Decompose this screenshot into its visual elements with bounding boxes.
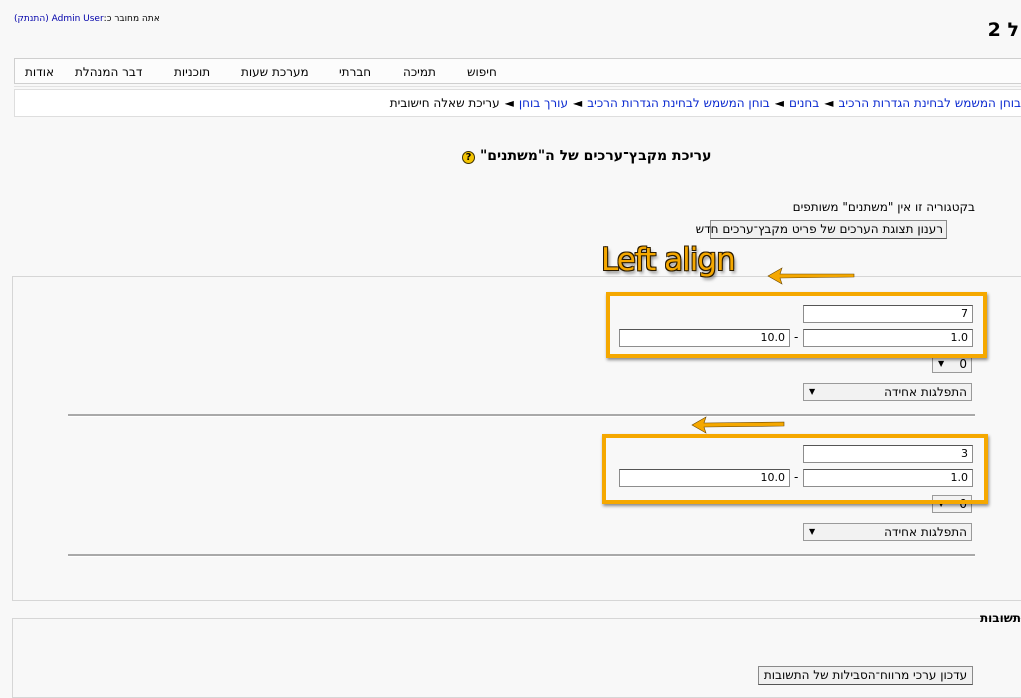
refresh-dataset-button[interactable]: רענון תצוגת הערכים של פריט מקבץ־ערכים חד… [696,220,947,239]
question-mark-icon[interactable]: ? [462,151,475,164]
divider [68,554,975,557]
divider [68,414,975,417]
answers-fieldset [12,618,1021,698]
nav-item-search[interactable]: חיפוש [467,65,497,79]
breadcrumb-separator: ◄ [572,96,583,110]
answers-section-label: תשובות [979,611,1021,625]
login-prefix: אתה מחובר כ: [103,14,160,24]
annotation-arrow-icon [767,267,855,285]
login-user-link[interactable]: Admin User [52,14,104,24]
nav-item-timetable[interactable]: מערכת שעות [241,65,309,79]
breadcrumb-separator: ◄ [774,96,784,110]
annotation-label: Left align [601,242,736,278]
no-shared-variables-text: בקטגוריה זו אין "משתנים" משותפים [792,200,975,214]
nav-divider [14,86,1021,87]
breadcrumb-separator: ◄ [824,96,834,110]
breadcrumb-separator: ◄ [504,96,514,110]
chevron-down-icon: ▼ [809,387,816,396]
login-info: אתה מחובר כ:Admin User (התנתק) [14,14,160,24]
breadcrumb: בוחן המשמש לבחינת הגדרות הרכיב ◄ בחנים ◄ בוח… [14,89,1021,117]
site-title: ל 2 [987,19,1019,41]
annotation-highlight-box [606,292,987,358]
breadcrumb-item-course[interactable]: בוחן המשמש לבחינת הגדרות הרכיב [838,96,1021,110]
nav-item-programs[interactable]: תוכניות [174,65,210,79]
chevron-down-icon: ▼ [809,527,816,536]
breadcrumb-item-quiz-editor[interactable]: עורך בוחן [519,96,568,110]
distribution-select[interactable]: התפלגות אחידה ▼ [803,383,972,401]
distribution-select[interactable]: התפלגות אחידה ▼ [803,523,972,541]
breadcrumb-item-quizzes[interactable]: בחנים [789,96,819,110]
nav-item-support[interactable]: תמיכה [403,65,436,79]
breadcrumb-item-current: עריכת שאלה חישובית [389,96,500,110]
main-nav: אודות דבר המנהלת תוכניות מערכת שעות חברת… [14,58,1021,84]
annotation-arrow-icon [691,416,785,434]
page-title: עריכת מקבץ־ערכים של ה"משתנים" [480,148,712,164]
chevron-down-icon: ▼ [938,359,945,368]
annotation-highlight-box [602,434,988,504]
decimals-value: 0 [959,357,967,371]
update-tolerance-button[interactable]: עדכון ערכי מרווח־הסבילות של התשובות [758,666,973,685]
nav-item-about[interactable]: אודות [25,65,54,79]
logout-link[interactable]: (התנתק) [14,14,49,24]
breadcrumb-item-quiz[interactable]: בוחן המשמש לבחינת הגדרות הרכיב [587,96,770,110]
distribution-value: התפלגות אחידה [884,385,967,399]
distribution-value: התפלגות אחידה [884,525,967,539]
nav-item-social[interactable]: חברתי [339,65,371,79]
nav-item-principal[interactable]: דבר המנהלת [75,65,142,79]
